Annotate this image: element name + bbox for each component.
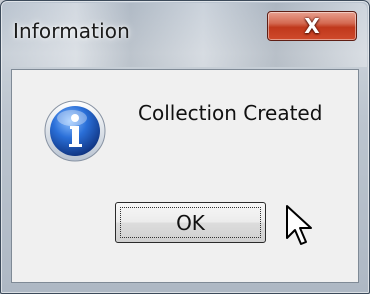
ok-button[interactable]: OK <box>115 202 266 243</box>
window-title: Information <box>13 19 130 43</box>
info-icon <box>44 100 106 162</box>
close-button[interactable]: X <box>267 11 357 41</box>
dialog-window: Information X Collection Created OK <box>0 0 370 294</box>
close-icon: X <box>304 14 320 38</box>
dialog-body: Collection Created OK <box>11 69 359 283</box>
ok-button-label: OK <box>176 210 205 235</box>
message-text: Collection Created <box>138 101 323 125</box>
mouse-pointer-icon <box>286 205 312 245</box>
